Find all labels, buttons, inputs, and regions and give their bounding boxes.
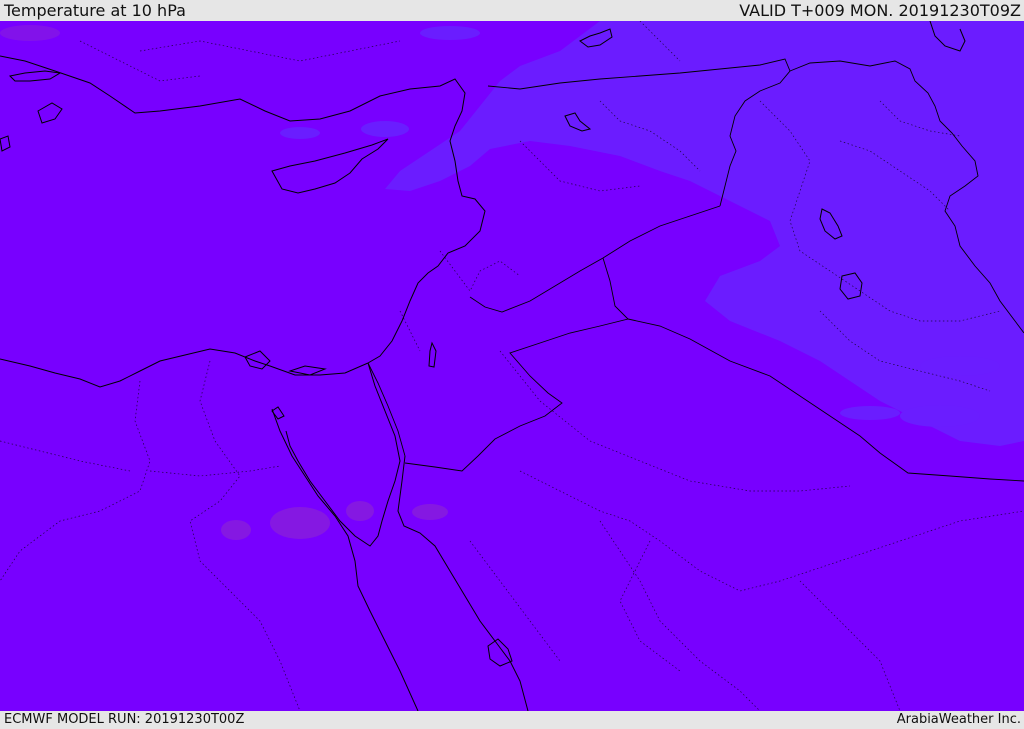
warm-patch xyxy=(270,507,330,539)
cooler-cell xyxy=(280,127,320,139)
warm-patch xyxy=(221,520,251,540)
footer-bar: ECMWF MODEL RUN: 20191230T00Z ArabiaWeat… xyxy=(0,711,1024,729)
cooler-cell xyxy=(840,406,900,420)
cooler-cell xyxy=(361,121,409,137)
cooler-cell xyxy=(900,405,980,427)
valid-time-label: VALID T+009 MON. 20191230T09Z xyxy=(739,1,1021,20)
model-run-label: ECMWF MODEL RUN: 20191230T00Z xyxy=(4,712,245,727)
map-canvas xyxy=(0,21,1024,711)
header-bar: Temperature at 10 hPa VALID T+009 MON. 2… xyxy=(0,0,1024,21)
warm-patch xyxy=(0,25,60,41)
cooler-cell xyxy=(920,356,1000,376)
cooler-cell xyxy=(420,26,480,40)
temperature-map xyxy=(0,21,1024,711)
warm-patch xyxy=(346,501,374,521)
warm-patch xyxy=(412,504,448,520)
credit-label: ArabiaWeather Inc. xyxy=(896,712,1021,727)
map-title: Temperature at 10 hPa xyxy=(4,1,186,20)
